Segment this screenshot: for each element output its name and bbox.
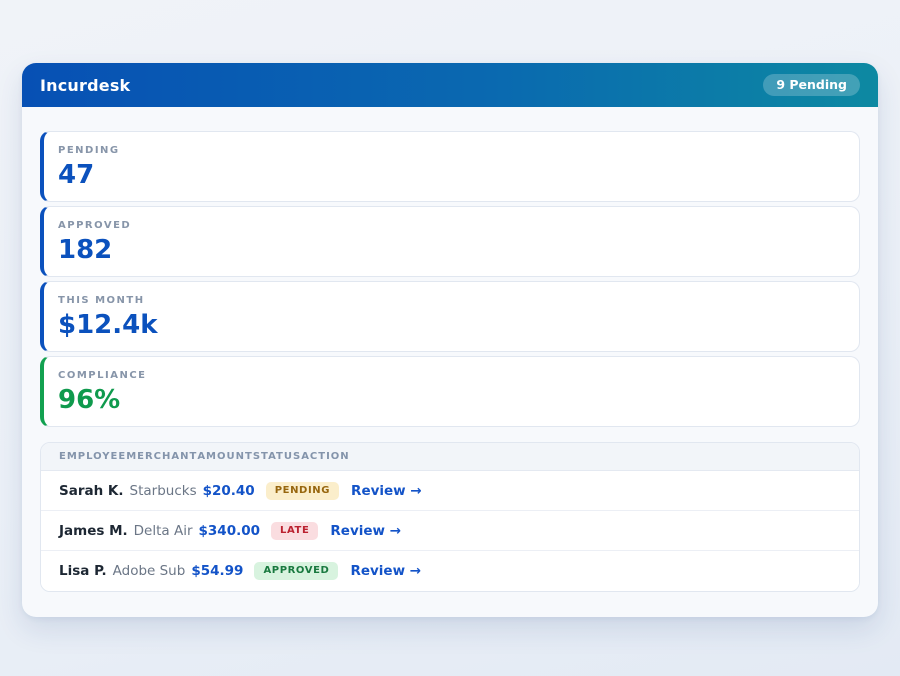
app-header: Incurdesk 9 Pending [22,63,878,107]
stat-value: $12.4k [58,311,845,340]
stat-value: 96% [58,386,845,415]
table-row: Lisa P. Adobe Sub $54.99 APPROVED Review… [41,551,859,591]
column-header-employee: EMPLOYEE [59,451,126,462]
status-badge: APPROVED [254,562,338,580]
expense-table: EMPLOYEE MERCHANT AMOUNT STATUS ACTION S… [40,442,860,592]
column-header-merchant: MERCHANT [126,451,197,462]
stat-label: PENDING [58,145,845,156]
stat-card-this-month: THIS MONTH $12.4k [40,281,860,352]
stat-card-approved: APPROVED 182 [40,206,860,277]
table-row: Sarah K. Starbucks $20.40 PENDING Review… [41,471,859,511]
table-header-row: EMPLOYEE MERCHANT AMOUNT STATUS ACTION [41,443,859,471]
review-link[interactable]: Review → [350,563,421,579]
column-header-action: ACTION [301,451,350,462]
pending-count-badge: 9 Pending [763,74,860,97]
employee-name: Lisa P. [59,563,107,579]
column-header-status: STATUS [253,451,301,462]
stat-card-pending: PENDING 47 [40,131,860,202]
expense-amount: $20.40 [203,483,255,499]
status-badge: PENDING [266,482,339,500]
column-header-amount: AMOUNT [197,451,253,462]
stat-label: COMPLIANCE [58,370,845,381]
status-badge: LATE [271,522,318,540]
panel-body: PENDING 47 APPROVED 182 THIS MONTH $12.4… [22,107,878,615]
expense-amount: $54.99 [191,563,243,579]
stat-value: 182 [58,236,845,265]
stat-label: APPROVED [58,220,845,231]
table-row: James M. Delta Air $340.00 LATE Review → [41,511,859,551]
merchant-name: Starbucks [130,483,197,499]
review-link[interactable]: Review → [330,523,401,539]
expense-amount: $340.00 [199,523,261,539]
stat-value: 47 [58,161,845,190]
employee-name: James M. [59,523,128,539]
app-panel: Incurdesk 9 Pending PENDING 47 APPROVED … [22,63,878,617]
merchant-name: Adobe Sub [113,563,186,579]
stat-label: THIS MONTH [58,295,845,306]
merchant-name: Delta Air [134,523,193,539]
app-title: Incurdesk [40,76,130,95]
stat-card-compliance: COMPLIANCE 96% [40,356,860,427]
review-link[interactable]: Review → [351,483,422,499]
employee-name: Sarah K. [59,483,124,499]
